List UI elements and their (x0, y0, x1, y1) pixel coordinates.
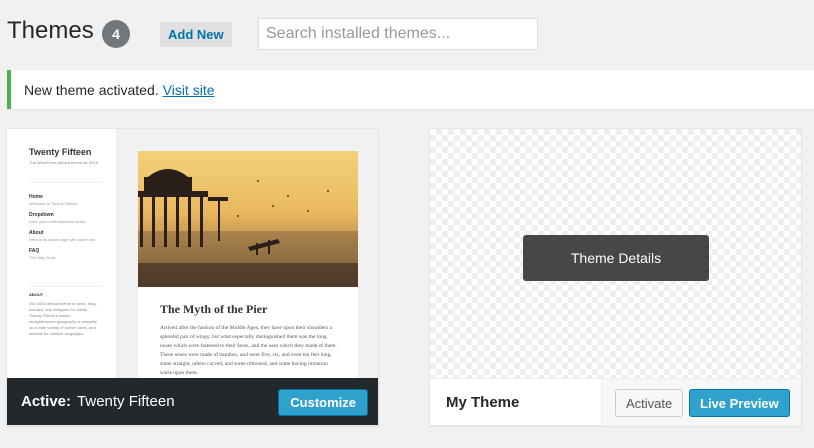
visit-site-link[interactable]: Visit site (163, 82, 215, 98)
screenshot-menu-desc: Little menu with submenu items (29, 219, 86, 224)
customize-button[interactable]: Customize (278, 389, 368, 416)
screenshot-menu-item: Dropdown (29, 212, 54, 218)
screenshot-about-heading: ABOUT (29, 286, 102, 297)
pier-photo (138, 151, 358, 287)
live-preview-button[interactable]: Live Preview (689, 389, 790, 417)
screenshot-menu-item: About (29, 230, 44, 236)
theme-name-bar: Active: Twenty Fifteen Customize (7, 378, 378, 425)
screenshot-post-body: Arrived after the fashion of the Middle … (160, 325, 337, 376)
screenshot-article: The Myth of the Pier Arrived after the f… (138, 151, 358, 378)
page-header: Themes 4 Add New (0, 0, 814, 66)
theme-name: My Theme (446, 393, 520, 411)
screenshot-menu-desc: The Help Desk (29, 255, 56, 260)
theme-card-my-theme[interactable]: Theme Details My Theme Activate Live Pre… (429, 128, 802, 426)
active-label: Active: (21, 393, 72, 410)
screenshot-menu-desc: Here is an about page with some info (29, 237, 96, 242)
screenshot-menu: Home Welcome to Twenty Fifteen Dropdown … (29, 182, 102, 260)
search-themes-input[interactable] (258, 18, 538, 50)
screenshot-about-text: Our 2015 default theme is clean, blog-fo… (29, 301, 98, 336)
activate-button[interactable]: Activate (615, 389, 684, 417)
theme-screenshot[interactable]: Theme Details (430, 129, 801, 378)
theme-name: Twenty Fifteen (77, 393, 175, 410)
screenshot-menu-item: Home (29, 194, 43, 200)
add-new-button[interactable]: Add New (160, 22, 232, 47)
screenshot-sidebar: Twenty Fifteen The WordPress default the… (7, 129, 117, 378)
theme-count-badge: 4 (102, 20, 130, 48)
theme-name-bar: My Theme Activate Live Preview (430, 378, 801, 426)
screenshot-menu-desc: Welcome to Twenty Fifteen (29, 201, 78, 206)
screenshot-tagline: The WordPress default theme for 2015. (29, 160, 99, 165)
page-title: Themes (7, 17, 94, 44)
screenshot-site-name: Twenty Fifteen (29, 147, 92, 157)
theme-card-twenty-fifteen[interactable]: Twenty Fifteen The WordPress default the… (6, 128, 379, 426)
activation-notice: New theme activated. Visit site (7, 70, 814, 109)
notice-message: New theme activated. (24, 81, 159, 98)
theme-details-button[interactable]: Theme Details (523, 235, 709, 281)
theme-screenshot[interactable]: Twenty Fifteen The WordPress default the… (7, 129, 378, 378)
screenshot-menu-item: FAQ (29, 248, 40, 254)
theme-actions: Activate Live Preview (601, 379, 801, 426)
screenshot-post-title: The Myth of the Pier (160, 302, 268, 316)
